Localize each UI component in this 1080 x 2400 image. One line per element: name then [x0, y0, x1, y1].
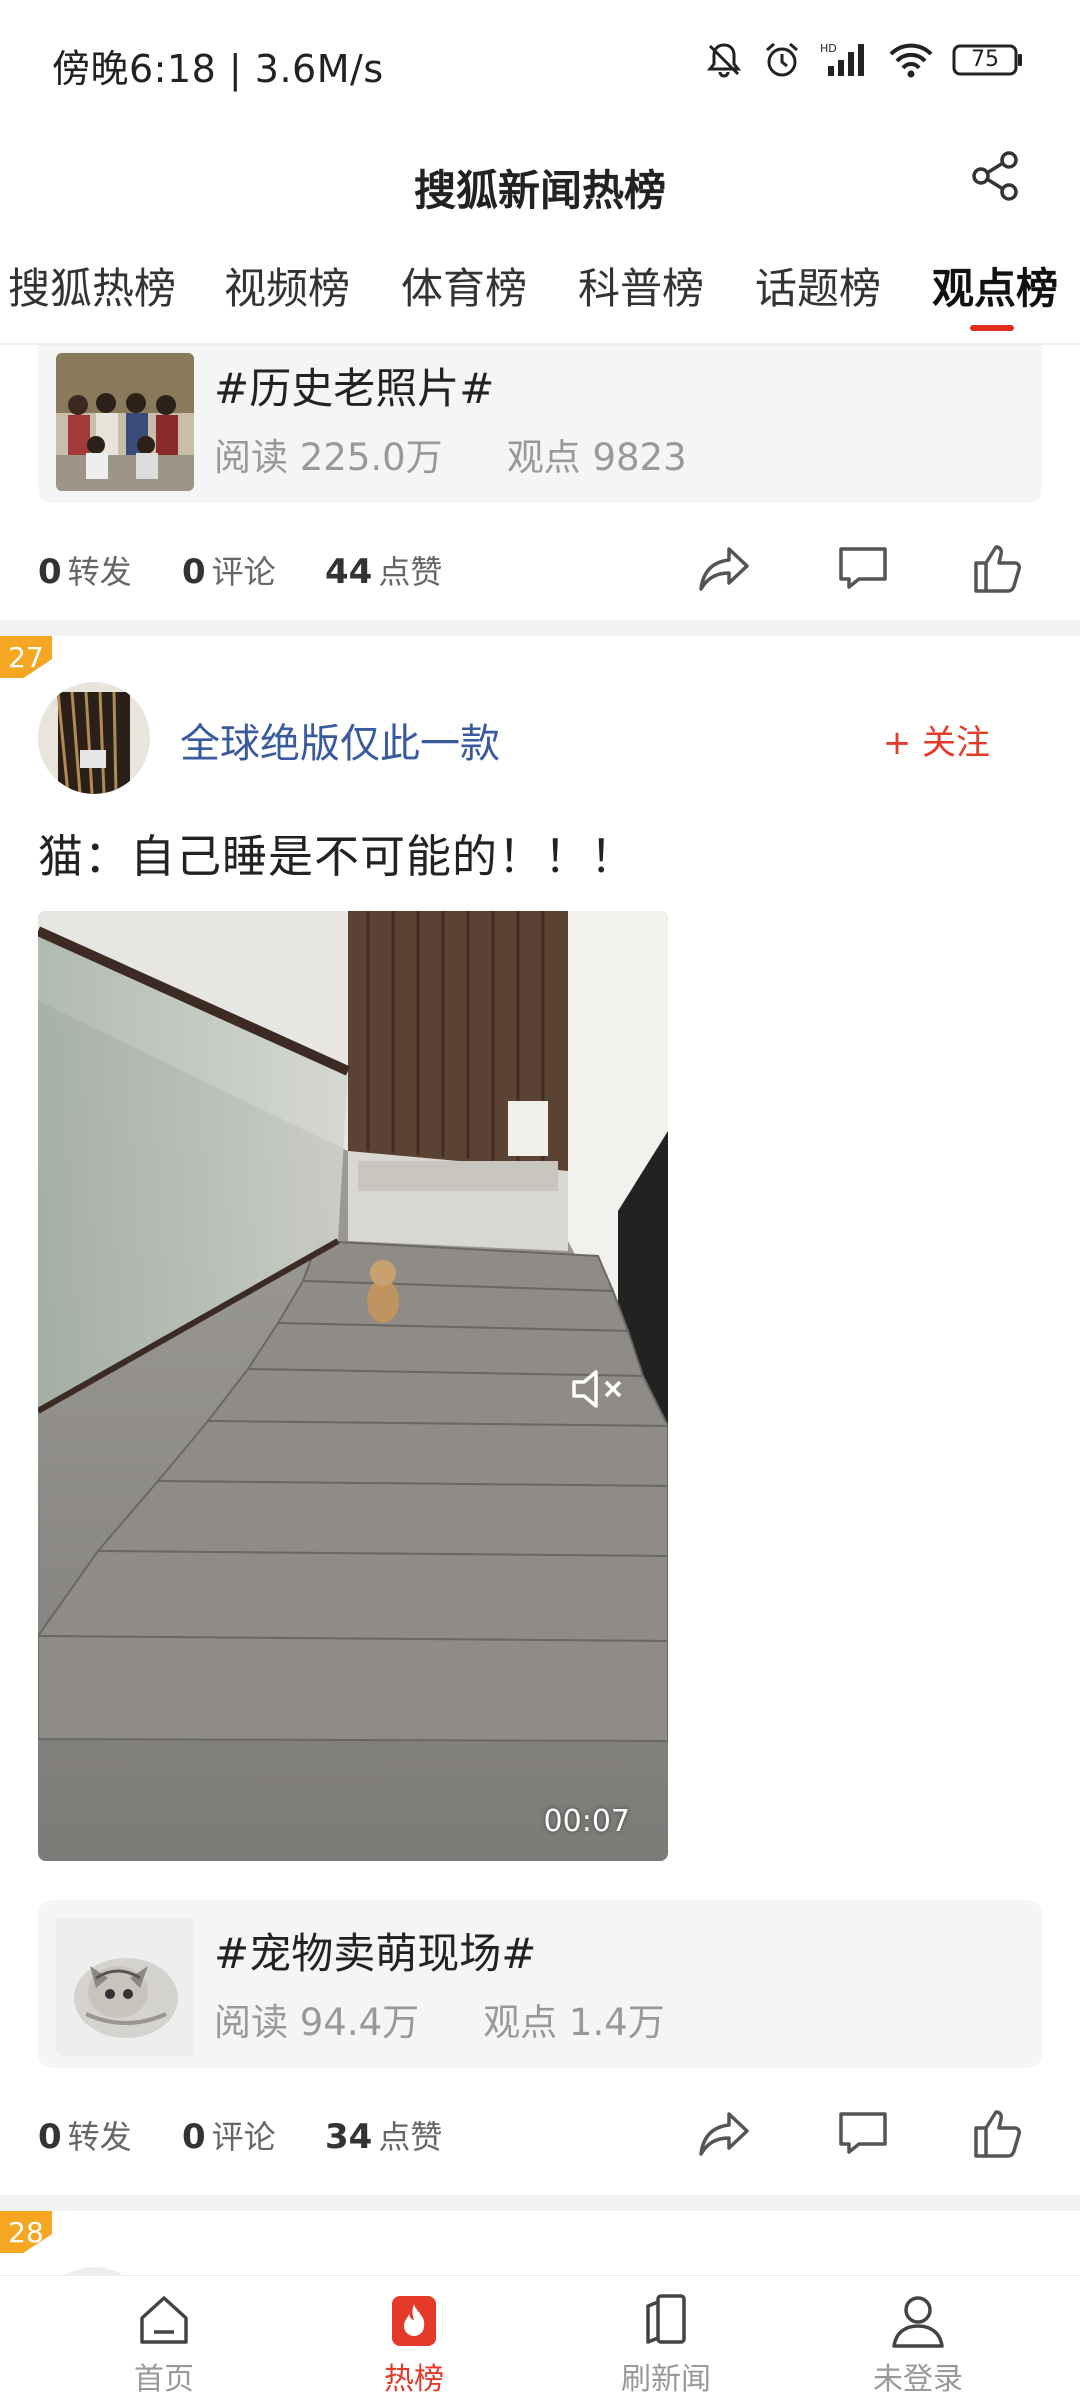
- like-stat: 44 点赞: [325, 547, 442, 593]
- nav-login[interactable]: 未登录: [838, 2288, 998, 2398]
- topic-title: #历史老照片#: [214, 364, 495, 413]
- signal-icon: HD: [820, 40, 870, 80]
- active-tab-indicator: [970, 325, 1014, 331]
- topic-thumbnail: [56, 1918, 194, 2056]
- home-icon: [132, 2288, 196, 2352]
- action-row: 0 转发 0 评论 44 点赞: [0, 515, 1080, 625]
- topic-card[interactable]: #历史老照片# 阅读 225.0万 观点 9823: [38, 345, 1042, 503]
- rank-badge: 28: [0, 2211, 52, 2253]
- mute-bell-icon: [704, 40, 744, 80]
- alarm-icon: [762, 40, 802, 80]
- tab-science[interactable]: 科普榜: [578, 255, 704, 316]
- like-button[interactable]: [963, 535, 1033, 605]
- mute-button[interactable]: [558, 1351, 638, 1431]
- battery-icon: 75: [952, 43, 1024, 77]
- nav-label: 未登录: [873, 2362, 963, 2397]
- like-count: 34: [325, 2117, 373, 2157]
- rank-badge: 27: [0, 636, 52, 678]
- topic-stats: 阅读 225.0万 观点 9823: [214, 427, 751, 481]
- refresh-news-icon: [634, 2288, 698, 2352]
- repost-button[interactable]: [690, 2100, 760, 2170]
- repost-button[interactable]: [690, 535, 760, 605]
- nav-label: 首页: [134, 2362, 194, 2397]
- wifi-icon: [888, 40, 934, 80]
- comment-label: 评论: [211, 553, 276, 591]
- topic-card[interactable]: #宠物卖萌现场# 阅读 94.4万 观点 1.4万: [38, 1900, 1042, 2068]
- comment-stat: 0 评论: [182, 547, 276, 593]
- like-count: 44: [325, 552, 373, 592]
- topic-views: 观点 9823: [506, 436, 687, 479]
- follow-button[interactable]: + 关注: [883, 715, 990, 764]
- comment-count: 0: [182, 2117, 206, 2157]
- topic-stats: 阅读 94.4万 观点 1.4万: [214, 1992, 729, 2046]
- tab-video[interactable]: 视频榜: [224, 255, 350, 316]
- topic-title: #宠物卖萌现场#: [214, 1929, 537, 1978]
- feed[interactable]: #历史老照片# 阅读 225.0万 观点 9823 0 转发 0 评论 44 点赞 27…: [0, 345, 1080, 2275]
- status-icons: HD 75: [704, 40, 1024, 80]
- author-name[interactable]: 全球绝版仅此一款: [180, 711, 500, 769]
- repost-label: 转发: [67, 553, 132, 591]
- repost-count: 0: [38, 552, 62, 592]
- nav-refresh-news[interactable]: 刷新闻: [586, 2288, 746, 2398]
- thumbs-up-icon: [970, 541, 1026, 599]
- comment-icon: [835, 543, 891, 597]
- status-time: 傍晚6:18 | 3.6M/s: [52, 47, 384, 91]
- repost-count: 0: [38, 2117, 62, 2157]
- topic-views: 观点 1.4万: [483, 2001, 665, 2044]
- nav-label: 热榜: [384, 2362, 444, 2397]
- comment-icon: [835, 2108, 891, 2162]
- share-button[interactable]: [950, 133, 1040, 223]
- forward-icon: [697, 2108, 753, 2162]
- status-bar: 傍晚6:18 | 3.6M/s HD 75: [0, 0, 1080, 125]
- action-row: 0 转发 0 评论 34 点赞: [0, 2080, 1080, 2190]
- user-icon: [886, 2288, 950, 2352]
- battery-level: 75: [971, 47, 999, 72]
- thumbs-up-icon: [970, 2106, 1026, 2164]
- svg-text:HD: HD: [820, 42, 837, 55]
- like-label: 点赞: [378, 553, 443, 591]
- repost-stat: 0 转发: [38, 2112, 132, 2158]
- share-icon: [967, 148, 1023, 208]
- topic-reads: 阅读 225.0万: [214, 436, 443, 479]
- nav-home[interactable]: 首页: [84, 2288, 244, 2398]
- tab-opinions[interactable]: 观点榜: [932, 255, 1058, 316]
- hot-icon: [382, 2288, 446, 2352]
- tab-bar: 搜狐热榜 视频榜 体育榜 科普榜 话题榜 观点榜: [0, 245, 1080, 345]
- like-label: 点赞: [378, 2118, 443, 2156]
- volume-mute-icon: [568, 1364, 628, 1418]
- bottom-nav: 首页 热榜 刷新闻 未登录: [0, 2275, 1080, 2400]
- video-duration: 00:07: [543, 1804, 630, 1839]
- tab-sohu-hot[interactable]: 搜狐热榜: [8, 255, 176, 316]
- tab-sports[interactable]: 体育榜: [401, 255, 527, 316]
- comment-button[interactable]: [828, 2100, 898, 2170]
- page-title: 搜狐新闻热榜: [413, 166, 666, 215]
- repost-stat: 0 转发: [38, 547, 132, 593]
- nav-label: 刷新闻: [621, 2362, 711, 2397]
- comment-button[interactable]: [828, 535, 898, 605]
- video-player[interactable]: 00:07: [38, 911, 668, 1861]
- like-stat: 34 点赞: [325, 2112, 442, 2158]
- comment-count: 0: [182, 552, 206, 592]
- avatar[interactable]: [38, 682, 150, 794]
- tab-topics[interactable]: 话题榜: [755, 255, 881, 316]
- nav-hot[interactable]: 热榜: [334, 2288, 494, 2398]
- post-text[interactable]: 猫：自己睡是不可能的！！！: [38, 820, 636, 885]
- item-separator: [0, 620, 1080, 636]
- comment-stat: 0 评论: [182, 2112, 276, 2158]
- topic-thumbnail: [56, 353, 194, 491]
- avatar[interactable]: [38, 2267, 150, 2275]
- topic-reads: 阅读 94.4万: [214, 2001, 420, 2044]
- header: 搜狐新闻热榜: [0, 125, 1080, 245]
- item-separator: [0, 2195, 1080, 2211]
- like-button[interactable]: [963, 2100, 1033, 2170]
- comment-label: 评论: [211, 2118, 276, 2156]
- forward-icon: [697, 543, 753, 597]
- repost-label: 转发: [67, 2118, 132, 2156]
